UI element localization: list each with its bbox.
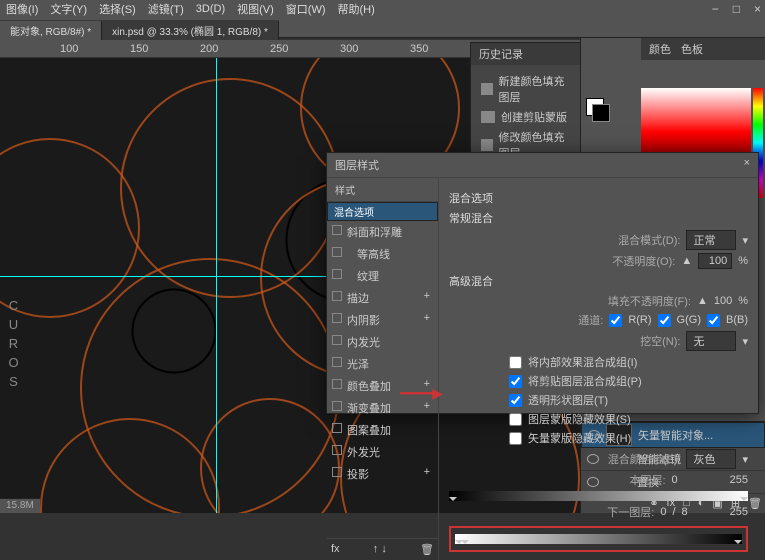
vector-mask-hides-checkbox[interactable] — [509, 432, 522, 445]
document-tabs: 能对象, RGB/8#) * xin.psd @ 33.3% (椭圆 1, RG… — [0, 20, 279, 40]
up-icon[interactable]: ↑ — [373, 543, 379, 555]
chevron-down-icon[interactable]: ▾ — [742, 234, 748, 247]
menu-item[interactable]: 选择(S) — [99, 1, 136, 17]
blend-mode-select[interactable]: 正常 — [686, 230, 736, 250]
menu-item[interactable]: 3D(D) — [196, 3, 225, 15]
menu-item[interactable]: 文字(Y) — [50, 1, 87, 17]
status-bar: 15.8M — [0, 498, 40, 513]
document-tab[interactable]: xin.psd @ 33.3% (椭圆 1, RGB/8) * — [102, 21, 279, 40]
style-item[interactable]: 等高线 — [327, 243, 438, 265]
document-tab[interactable]: 能对象, RGB/8#) * — [0, 21, 102, 40]
maximize-icon[interactable]: □ — [733, 2, 740, 16]
transparency-shapes-checkbox[interactable] — [509, 394, 522, 407]
channel-b[interactable] — [707, 314, 720, 327]
canvas-text: CUROS — [6, 298, 21, 393]
minimize-icon[interactable]: − — [712, 2, 719, 16]
style-item[interactable]: 投影+ — [327, 463, 438, 485]
blending-options: 混合选项 常规混合 混合模式(D):正常▾ 不透明度(O):▲100% 高级混合… — [439, 178, 758, 560]
fx-icon[interactable]: fx — [331, 543, 340, 556]
menu-item[interactable]: 滤镜(T) — [148, 1, 184, 17]
menu-item[interactable]: 帮助(H) — [338, 1, 375, 17]
layer-mask-hides-checkbox[interactable] — [509, 413, 522, 426]
blend-clipped-checkbox[interactable] — [509, 375, 522, 388]
this-layer-slider[interactable] — [449, 491, 748, 501]
color-tab[interactable]: 颜色 — [649, 41, 671, 57]
blend-interior-checkbox[interactable] — [509, 356, 522, 369]
style-item[interactable]: 纹理 — [327, 265, 438, 287]
menubar: 图像(I) 文字(Y) 选择(S) 滤镜(T) 3D(D) 视图(V) 窗口(W… — [0, 0, 765, 18]
channel-r[interactable] — [609, 314, 622, 327]
guide[interactable] — [216, 58, 217, 513]
delete-icon[interactable]: 🗑 — [420, 543, 434, 556]
down-icon[interactable]: ↓ — [381, 543, 387, 555]
close-icon[interactable]: × — [744, 157, 750, 173]
foreground-background-swatch[interactable] — [586, 98, 610, 122]
opacity-input[interactable]: 100 — [698, 253, 732, 269]
layer-style-dialog: 图层样式 × 样式 混合选项 斜面和浮雕 等高线 纹理 描边+ 内阴影+ 内发光… — [326, 152, 759, 414]
knockout-select[interactable]: 无 — [686, 331, 736, 351]
history-tab[interactable]: 历史记录 — [479, 46, 523, 62]
style-item[interactable]: 光泽 — [327, 353, 438, 375]
channel-g[interactable] — [658, 314, 671, 327]
menu-item[interactable]: 视图(V) — [237, 1, 274, 17]
menu-item[interactable]: 窗口(W) — [286, 1, 326, 17]
annotation-arrow: ━━━━━▶ — [400, 385, 441, 402]
style-item[interactable]: 图案叠加 — [327, 419, 438, 441]
swatches-tab[interactable]: 色板 — [681, 41, 703, 57]
style-item[interactable]: 内发光 — [327, 331, 438, 353]
style-item[interactable]: 外发光 — [327, 441, 438, 463]
style-item[interactable]: 混合选项 — [327, 202, 438, 221]
close-icon[interactable]: × — [754, 2, 761, 16]
menu-item[interactable]: 图像(I) — [6, 1, 38, 17]
underlying-layer-slider[interactable] — [455, 534, 742, 544]
highlighted-region — [449, 526, 748, 552]
style-item[interactable]: 斜面和浮雕 — [327, 221, 438, 243]
styles-list: 样式 混合选项 斜面和浮雕 等高线 纹理 描边+ 内阴影+ 内发光 光泽 颜色叠… — [327, 178, 439, 560]
dialog-title: 图层样式 — [335, 157, 379, 173]
style-item[interactable]: 描边+ — [327, 287, 438, 309]
style-item[interactable]: 内阴影+ — [327, 309, 438, 331]
history-item[interactable]: 创建剪贴蒙版 — [477, 107, 575, 127]
blendif-select[interactable]: 灰色 — [686, 449, 736, 469]
history-item[interactable]: 新建颜色填充图层 — [477, 71, 575, 107]
